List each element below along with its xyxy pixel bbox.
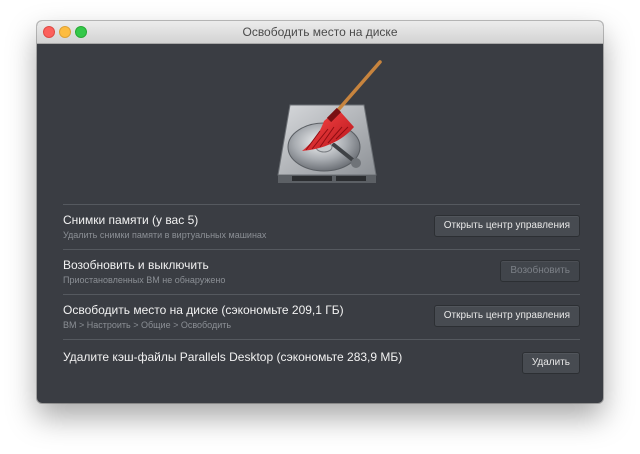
row-subtitle: Приостановленных ВМ не обнаружено [63, 275, 226, 285]
row-title: Удалите кэш-файлы Parallels Desktop (сэк… [63, 350, 403, 364]
resume-button[interactable]: Возобновить [500, 260, 580, 282]
disk-cleanup-window: Освободить место на диске Снимки памяти … [37, 21, 603, 403]
row-title: Снимки памяти (у вас 5) [63, 213, 199, 227]
row-subtitle: ВМ > Настроить > Общие > Освободить [63, 320, 232, 330]
list-item-resume: Возобновить и выключить Приостановленных… [63, 250, 580, 294]
open-control-center-button[interactable]: Открыть центр управления [433, 215, 580, 237]
row-title: Освободить место на диске (сэкономьте 20… [63, 303, 344, 317]
row-title: Возобновить и выключить [63, 258, 209, 272]
list-item-cache: Удалите кэш-файлы Parallels Desktop (сэк… [63, 340, 580, 384]
title-bar[interactable]: Освободить место на диске [37, 21, 603, 44]
open-control-center-button[interactable]: Открыть центр управления [433, 305, 580, 327]
window-title: Освободить место на диске [242, 25, 398, 39]
list-item-reclaim: Освободить место на диске (сэкономьте 20… [63, 295, 580, 339]
row-subtitle: Удалить снимки памяти в виртуальных маши… [63, 230, 267, 240]
cleanup-options-list: Снимки памяти (у вас 5) Удалить снимки п… [63, 204, 580, 384]
hard-drive-broom-icon [277, 60, 382, 183]
list-item-snapshots: Снимки памяти (у вас 5) Удалить снимки п… [63, 205, 580, 249]
delete-button[interactable]: Удалить [521, 352, 580, 374]
